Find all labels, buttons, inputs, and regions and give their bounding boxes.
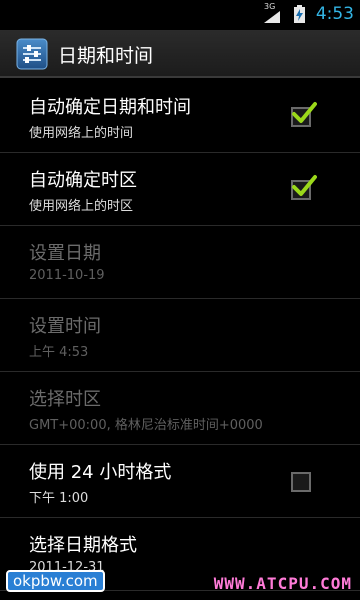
item-title: 选择时区 (29, 389, 101, 410)
signal-icon (264, 11, 280, 23)
battery-charging-icon (294, 5, 305, 23)
list-item-set-time: 设置时间 上午 4:53 (0, 299, 360, 372)
item-title: 设置日期 (29, 243, 101, 264)
24-hour-format-checkbox[interactable] (291, 472, 311, 492)
network-type-label: 3G (264, 2, 276, 11)
list-item-set-date: 设置日期 2011-10-19 (0, 226, 360, 299)
list-item-select-timezone: 选择时区 GMT+00:00, 格林尼治标准时间+0000 (0, 372, 360, 445)
item-title: 自动确定日期和时间 (29, 97, 191, 118)
auto-timezone-checkbox[interactable] (291, 175, 317, 200)
auto-date-time-checkbox[interactable] (291, 102, 317, 127)
list-item-auto-timezone[interactable]: 自动确定时区 使用网络上的时区 (0, 153, 360, 226)
watermark-right: WWW.ATCPU.COM (213, 574, 352, 593)
checkmark-icon (292, 175, 317, 196)
item-title: 自动确定时区 (29, 170, 137, 191)
list-item-24-hour-format[interactable]: 使用 24 小时格式 下午 1:00 (0, 445, 360, 518)
settings-sliders-icon[interactable] (16, 38, 48, 70)
item-summary: GMT+00:00, 格林尼治标准时间+0000 (29, 418, 263, 433)
item-title: 使用 24 小时格式 (29, 462, 172, 483)
settings-list: 自动确定日期和时间 使用网络上的时间 自动确定时区 使用网络上的时区 设置日期 … (0, 80, 360, 591)
item-summary: 2011-10-19 (29, 268, 105, 283)
page-title: 日期和时间 (58, 45, 154, 67)
item-title: 选择日期格式 (29, 535, 137, 556)
item-title: 设置时间 (29, 316, 101, 337)
item-summary: 下午 1:00 (29, 491, 89, 506)
item-summary: 使用网络上的时间 (29, 126, 134, 141)
status-time: 4:53 (315, 4, 354, 24)
action-bar: 日期和时间 (0, 30, 360, 78)
status-bar: 3G 4:53 (0, 0, 360, 30)
checkmark-icon (292, 102, 317, 123)
item-summary: 使用网络上的时区 (29, 199, 134, 214)
watermark-left: okpbw.com (6, 570, 105, 592)
list-item-auto-date-time[interactable]: 自动确定日期和时间 使用网络上的时间 (0, 80, 360, 153)
item-summary: 上午 4:53 (29, 345, 89, 360)
